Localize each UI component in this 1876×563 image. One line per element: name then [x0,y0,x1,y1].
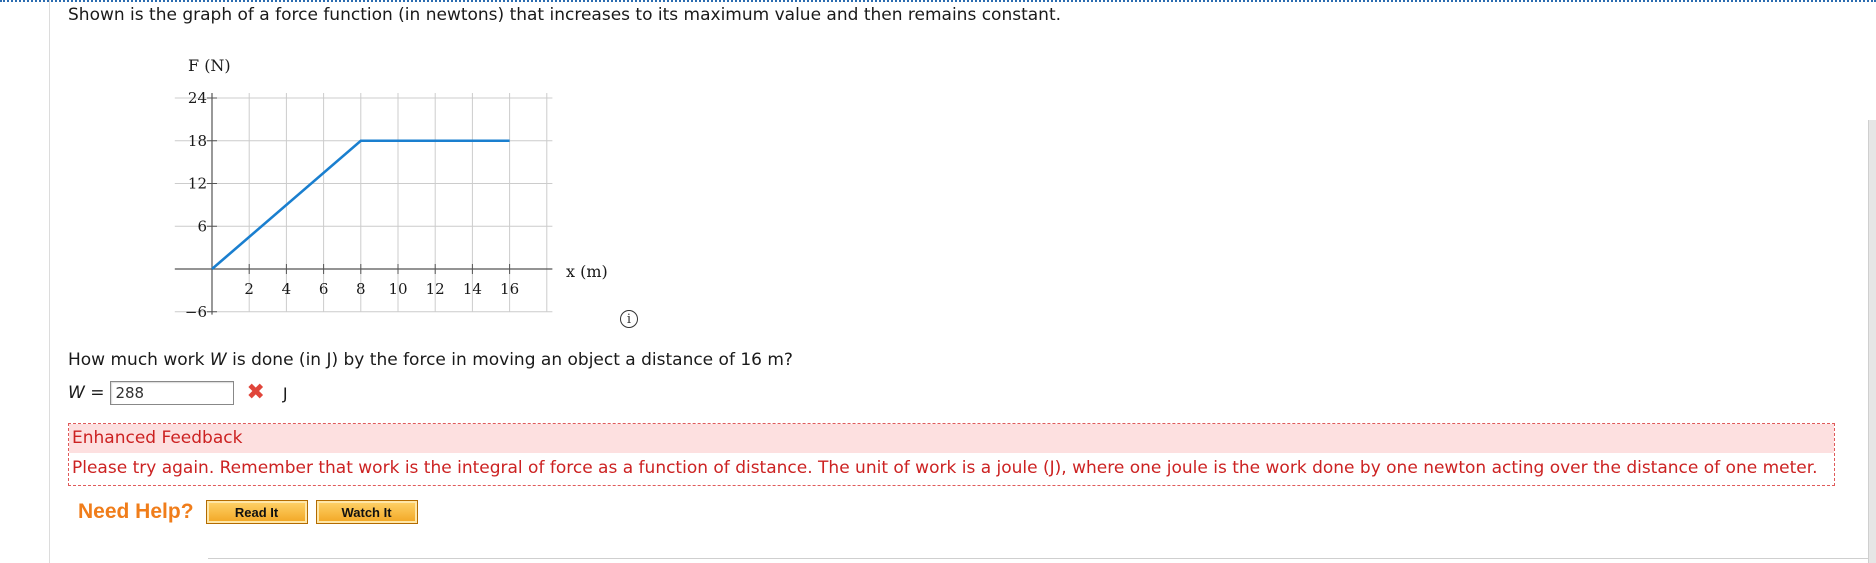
y-tick-label: 18 [188,132,207,150]
y-axis-label: F (N) [188,56,231,75]
y-tick-label: 24 [188,89,207,107]
x-tick-label: 6 [319,280,329,298]
info-icon[interactable]: i [620,310,638,328]
answer-label: W = [68,383,104,403]
x-tick-label: 14 [463,280,482,298]
question-variable: W [209,350,227,370]
work-question: How much work W is done (in J) by the fo… [68,350,793,370]
enhanced-feedback-box: Enhanced Feedback Please try again. Reme… [68,423,1835,486]
x-tick-label: 4 [282,280,292,298]
read-it-button[interactable]: Read It [205,500,308,524]
feedback-text: Please try again. Remember that work is … [72,458,1818,478]
y-tick-label: −6 [185,303,207,321]
question-text-after: is done (in J) by the force in moving an… [226,350,793,370]
x-axis-label: x (m) [566,262,608,281]
graph-grid [174,93,553,313]
y-tick-labels: 24 18 12 6 −6 [185,89,207,321]
y-tick-label: 6 [197,217,207,235]
x-tick-label: 2 [244,280,254,298]
answer-equals: = [84,383,105,403]
x-tick-label: 8 [356,280,366,298]
watch-it-button[interactable]: Watch It [315,500,418,524]
question-text-before: How much work [68,350,210,370]
y-tick-label: 12 [188,175,207,193]
bottom-divider [208,558,1868,559]
scrollbar[interactable] [1868,120,1876,563]
x-tick-label: 12 [426,280,445,298]
need-help-label: Need Help? [78,500,194,523]
x-tick-label: 10 [388,280,407,298]
answer-input[interactable] [110,381,235,405]
answer-row: W = ✖ J [68,380,288,406]
feedback-title: Enhanced Feedback [69,424,1834,453]
x-tick-labels: 2 4 6 8 10 12 14 16 [244,280,519,298]
answer-unit: J [282,383,288,403]
x-tick-label: 16 [500,280,519,298]
incorrect-x-icon: ✖ [246,380,265,405]
need-help-bar: Need Help? Read It Watch It [78,500,418,524]
answer-variable: W [68,383,85,403]
force-graph: 2418126−6 2 4 6 8 10 12 14 16 F (N) x (m) [174,56,608,321]
